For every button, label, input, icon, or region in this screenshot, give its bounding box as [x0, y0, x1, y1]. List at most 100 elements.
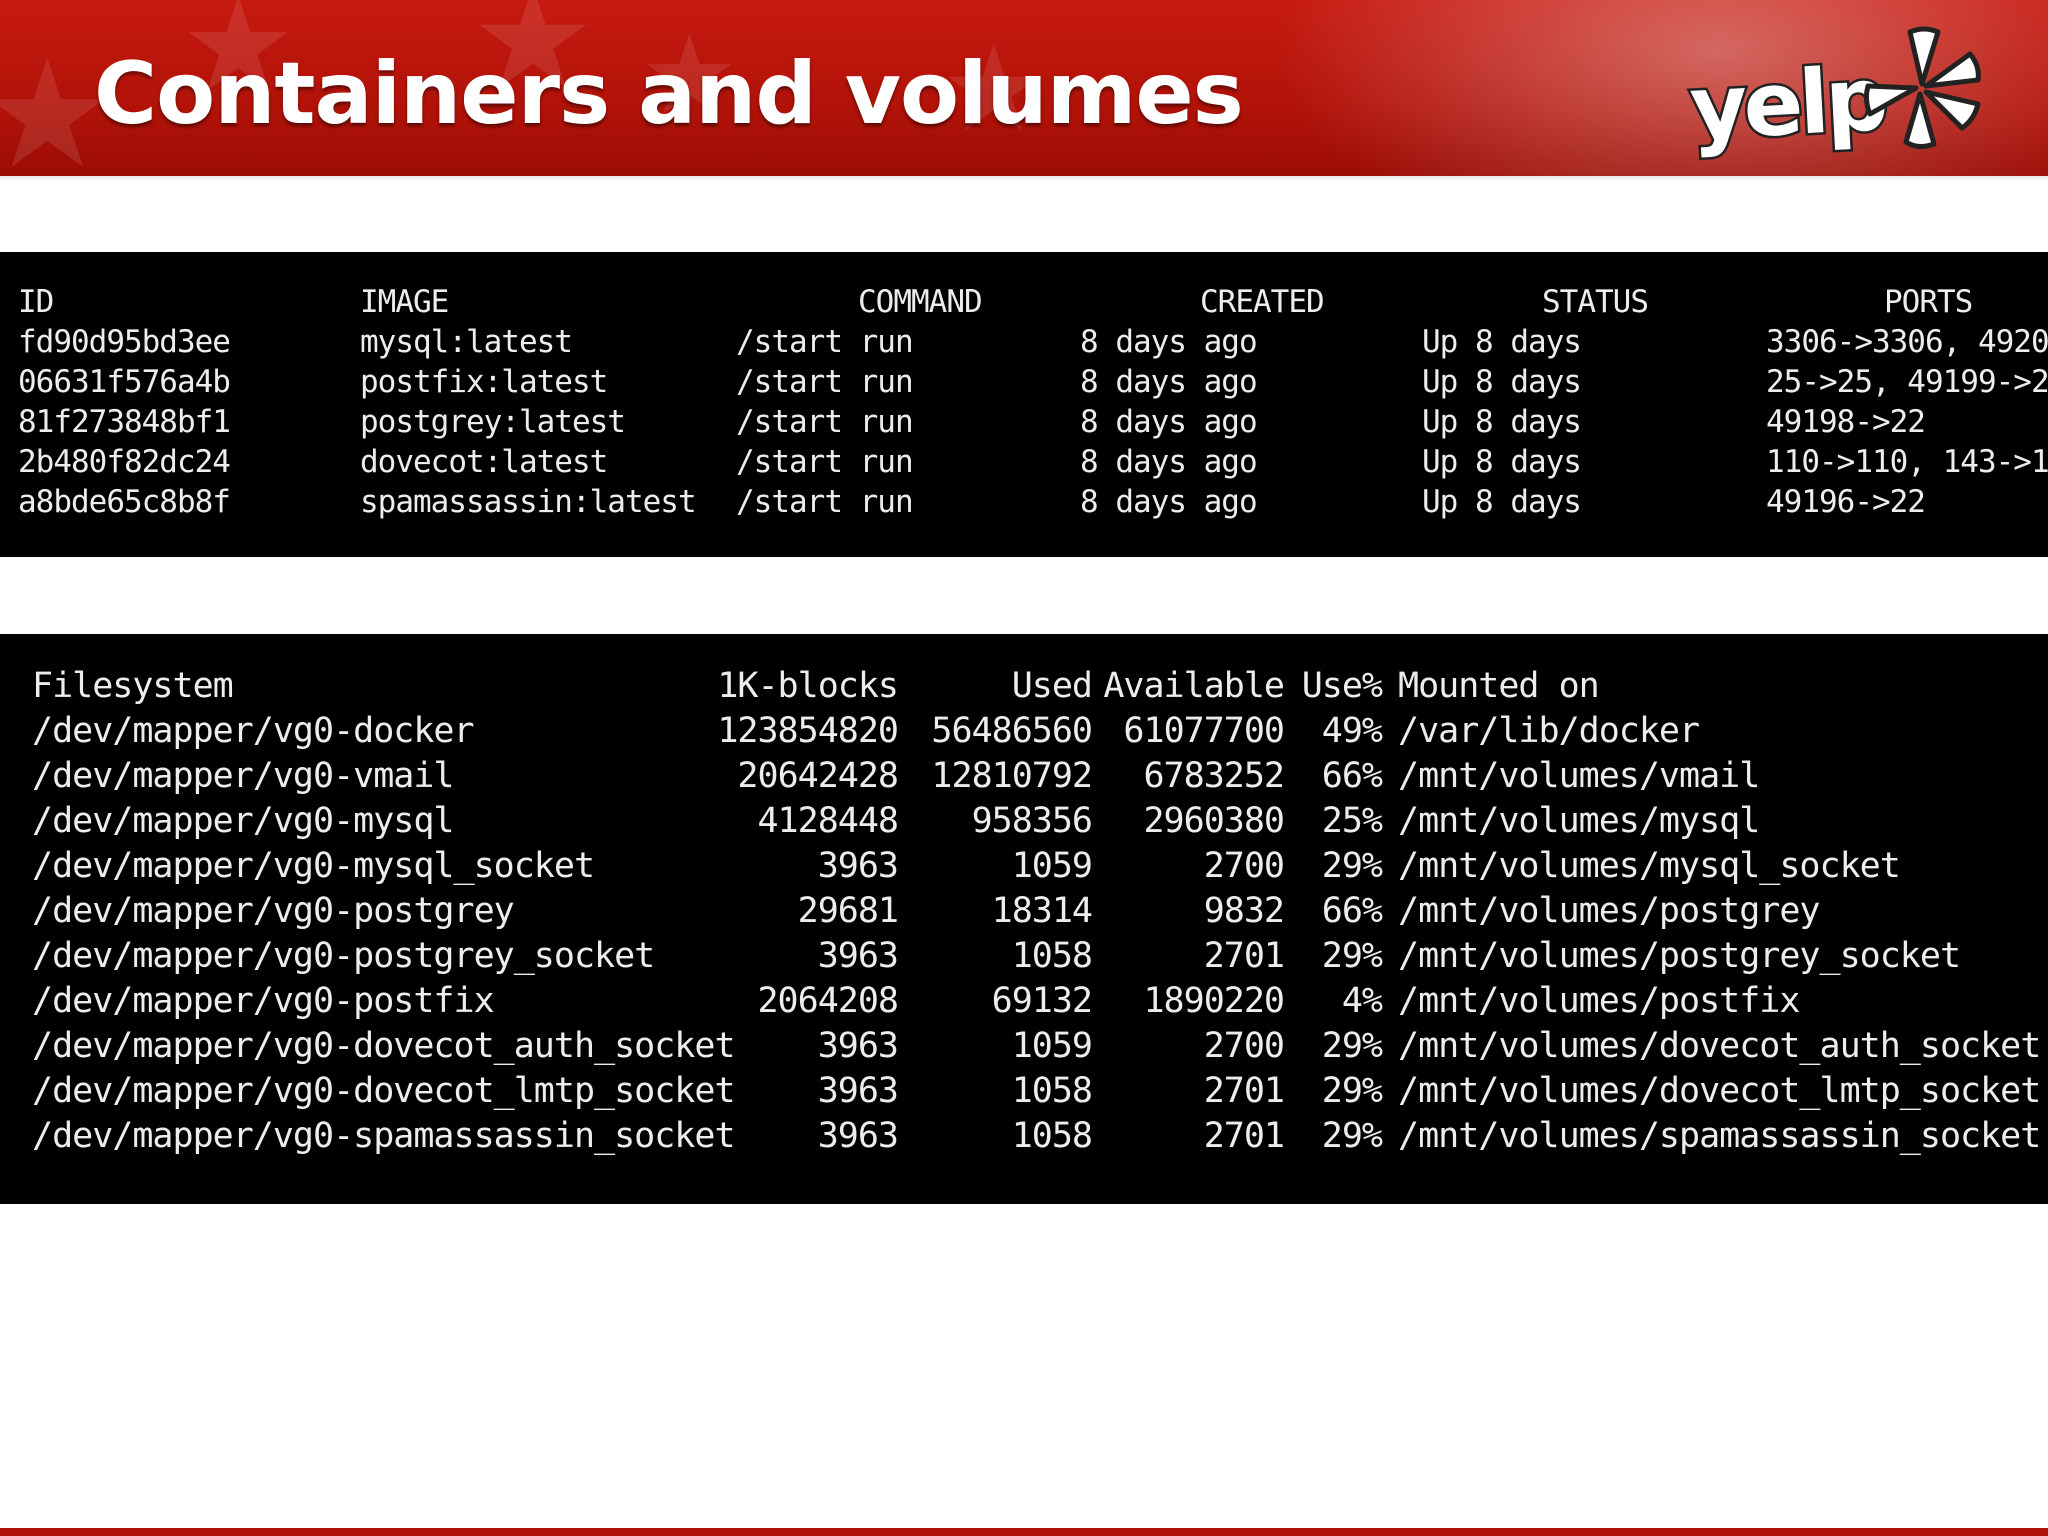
df-cell-filesystem: /dev/mapper/vg0-spamassassin_socket — [32, 1116, 736, 1156]
docker-ps-cell-created: 8 days ago — [1080, 404, 1258, 440]
docker-ps-cell-status: Up 8 days — [1422, 324, 1582, 360]
df-cell-use-percent: 66% — [1321, 891, 1383, 931]
docker-ps-cell-ports: 3306->3306, 49201 — [1766, 324, 2048, 360]
df-cell-filesystem: /dev/mapper/vg0-postgrey_socket — [32, 936, 655, 976]
df-cell-available: 2701 — [1203, 1116, 1285, 1156]
df-cell-use-percent: 29% — [1321, 1026, 1383, 1066]
docker-ps-cell-command: /start run — [736, 364, 914, 400]
df-cell-use-percent: 29% — [1321, 846, 1383, 886]
df-header-filesystem: Filesystem — [32, 666, 234, 706]
df-cell-used: 18314 — [991, 891, 1093, 931]
docker-ps-header-id: ID — [18, 284, 54, 320]
docker-ps-header-image: IMAGE — [360, 284, 449, 320]
df-cell-use-percent: 29% — [1321, 1071, 1383, 1111]
docker-ps-cell-command: /start run — [736, 324, 914, 360]
df-cell-use-percent: 29% — [1321, 936, 1383, 976]
docker-ps-cell-ports: 49198->22 — [1766, 404, 1926, 440]
docker-ps-cell-created: 8 days ago — [1080, 364, 1258, 400]
docker-ps-cell-id: a8bde65c8b8f — [18, 484, 231, 520]
docker-ps-cell-id: 2b480f82dc24 — [18, 444, 231, 480]
df-cell-available: 1890220 — [1143, 981, 1285, 1021]
df-cell-mounted-on: /mnt/volumes/vmail — [1398, 756, 1760, 796]
docker-ps-terminal: ID IMAGE COMMAND CREATED STATUS PORTS fd90d95b… — [0, 252, 2048, 557]
docker-ps-cell-image: mysql:latest — [360, 324, 573, 360]
df-cell-use-percent: 49% — [1321, 711, 1383, 751]
df-cell-used: 1059 — [1011, 1026, 1093, 1066]
df-cell-used: 69132 — [991, 981, 1093, 1021]
slide-header: ★ ★ ★ ★ ★ Containers and volumes yelp — [0, 0, 2048, 180]
df-cell-1k-blocks: 3963 — [817, 846, 899, 886]
docker-ps-header-command: COMMAND — [858, 284, 983, 320]
df-cell-mounted-on: /mnt/volumes/postgrey_socket — [1398, 936, 1961, 976]
df-header-available: Available — [1103, 666, 1285, 706]
docker-ps-cell-status: Up 8 days — [1422, 404, 1582, 440]
docker-ps-cell-id: 81f273848bf1 — [18, 404, 231, 440]
df-cell-use-percent: 66% — [1321, 756, 1383, 796]
df-cell-available: 2701 — [1203, 936, 1285, 976]
docker-ps-header-status: STATUS — [1542, 284, 1649, 320]
docker-ps-cell-command: /start run — [736, 404, 914, 440]
df-cell-filesystem: /dev/mapper/vg0-docker — [32, 711, 475, 751]
df-cell-available: 61077700 — [1123, 711, 1285, 751]
docker-ps-cell-image: postgrey:latest — [360, 404, 626, 440]
df-header-use-percent: Use% — [1301, 666, 1383, 706]
df-cell-mounted-on: /mnt/volumes/dovecot_auth_socket — [1398, 1026, 2041, 1066]
df-cell-filesystem: /dev/mapper/vg0-postfix — [32, 981, 495, 1021]
df-cell-used: 958356 — [971, 801, 1093, 841]
df-cell-available: 2700 — [1203, 846, 1285, 886]
docker-ps-cell-created: 8 days ago — [1080, 484, 1258, 520]
yelp-burst-icon — [1863, 26, 1981, 150]
slide-footer-bar — [0, 1528, 2048, 1536]
df-cell-mounted-on: /var/lib/docker — [1398, 711, 1700, 751]
df-cell-use-percent: 25% — [1321, 801, 1383, 841]
docker-ps-cell-image: postfix:latest — [360, 364, 608, 400]
df-cell-mounted-on: /mnt/volumes/mysql — [1398, 801, 1760, 841]
df-cell-used: 1059 — [1011, 846, 1093, 886]
df-cell-1k-blocks: 20642428 — [737, 756, 899, 796]
df-cell-available: 2700 — [1203, 1026, 1285, 1066]
df-cell-mounted-on: /mnt/volumes/postfix — [1398, 981, 1800, 1021]
df-cell-use-percent: 4% — [1341, 981, 1383, 1021]
docker-ps-cell-ports: 49196->22 — [1766, 484, 1926, 520]
df-cell-use-percent: 29% — [1321, 1116, 1383, 1156]
df-cell-used: 12810792 — [931, 756, 1093, 796]
df-cell-filesystem: /dev/mapper/vg0-postgrey — [32, 891, 515, 931]
docker-ps-cell-image: spamassassin:latest — [360, 484, 697, 520]
df-cell-filesystem: /dev/mapper/vg0-dovecot_auth_socket — [32, 1026, 736, 1066]
df-cell-filesystem: /dev/mapper/vg0-mysql — [32, 801, 455, 841]
df-cell-used: 1058 — [1011, 1116, 1093, 1156]
docker-ps-cell-ports: 110->110, 143->14 — [1766, 444, 2048, 480]
df-cell-1k-blocks: 4128448 — [757, 801, 899, 841]
df-cell-used: 56486560 — [931, 711, 1093, 751]
df-cell-filesystem: /dev/mapper/vg0-vmail — [32, 756, 455, 796]
df-cell-1k-blocks: 3963 — [817, 936, 899, 976]
df-cell-1k-blocks: 123854820 — [717, 711, 899, 751]
docker-ps-cell-created: 8 days ago — [1080, 444, 1258, 480]
docker-ps-cell-status: Up 8 days — [1422, 444, 1582, 480]
df-cell-mounted-on: /mnt/volumes/spamassassin_socket — [1398, 1116, 2041, 1156]
docker-ps-header-ports: PORTS — [1884, 284, 1973, 320]
docker-ps-header-created: CREATED — [1200, 284, 1325, 320]
yelp-wordmark: yelp — [1685, 44, 1889, 162]
df-terminal: Filesystem 1K-blocks Used Available Use% Moun… — [0, 634, 2048, 1204]
df-cell-available: 2960380 — [1143, 801, 1285, 841]
df-cell-available: 2701 — [1203, 1071, 1285, 1111]
docker-ps-cell-image: dovecot:latest — [360, 444, 608, 480]
yelp-logo: yelp — [1685, 22, 1990, 163]
df-cell-used: 1058 — [1011, 936, 1093, 976]
docker-ps-cell-created: 8 days ago — [1080, 324, 1258, 360]
df-cell-available: 6783252 — [1143, 756, 1285, 796]
docker-ps-cell-id: 06631f576a4b — [18, 364, 231, 400]
df-cell-1k-blocks: 3963 — [817, 1071, 899, 1111]
df-cell-available: 9832 — [1203, 891, 1285, 931]
df-cell-1k-blocks: 29681 — [797, 891, 899, 931]
df-cell-filesystem: /dev/mapper/vg0-mysql_socket — [32, 846, 595, 886]
docker-ps-cell-command: /start run — [736, 444, 914, 480]
df-cell-mounted-on: /mnt/volumes/mysql_socket — [1398, 846, 1901, 886]
docker-ps-cell-ports: 25->25, 49199->22 — [1766, 364, 2048, 400]
docker-ps-cell-status: Up 8 days — [1422, 484, 1582, 520]
docker-ps-cell-id: fd90d95bd3ee — [18, 324, 231, 360]
df-cell-filesystem: /dev/mapper/vg0-dovecot_lmtp_socket — [32, 1071, 736, 1111]
df-cell-1k-blocks: 3963 — [817, 1116, 899, 1156]
docker-ps-cell-command: /start run — [736, 484, 914, 520]
